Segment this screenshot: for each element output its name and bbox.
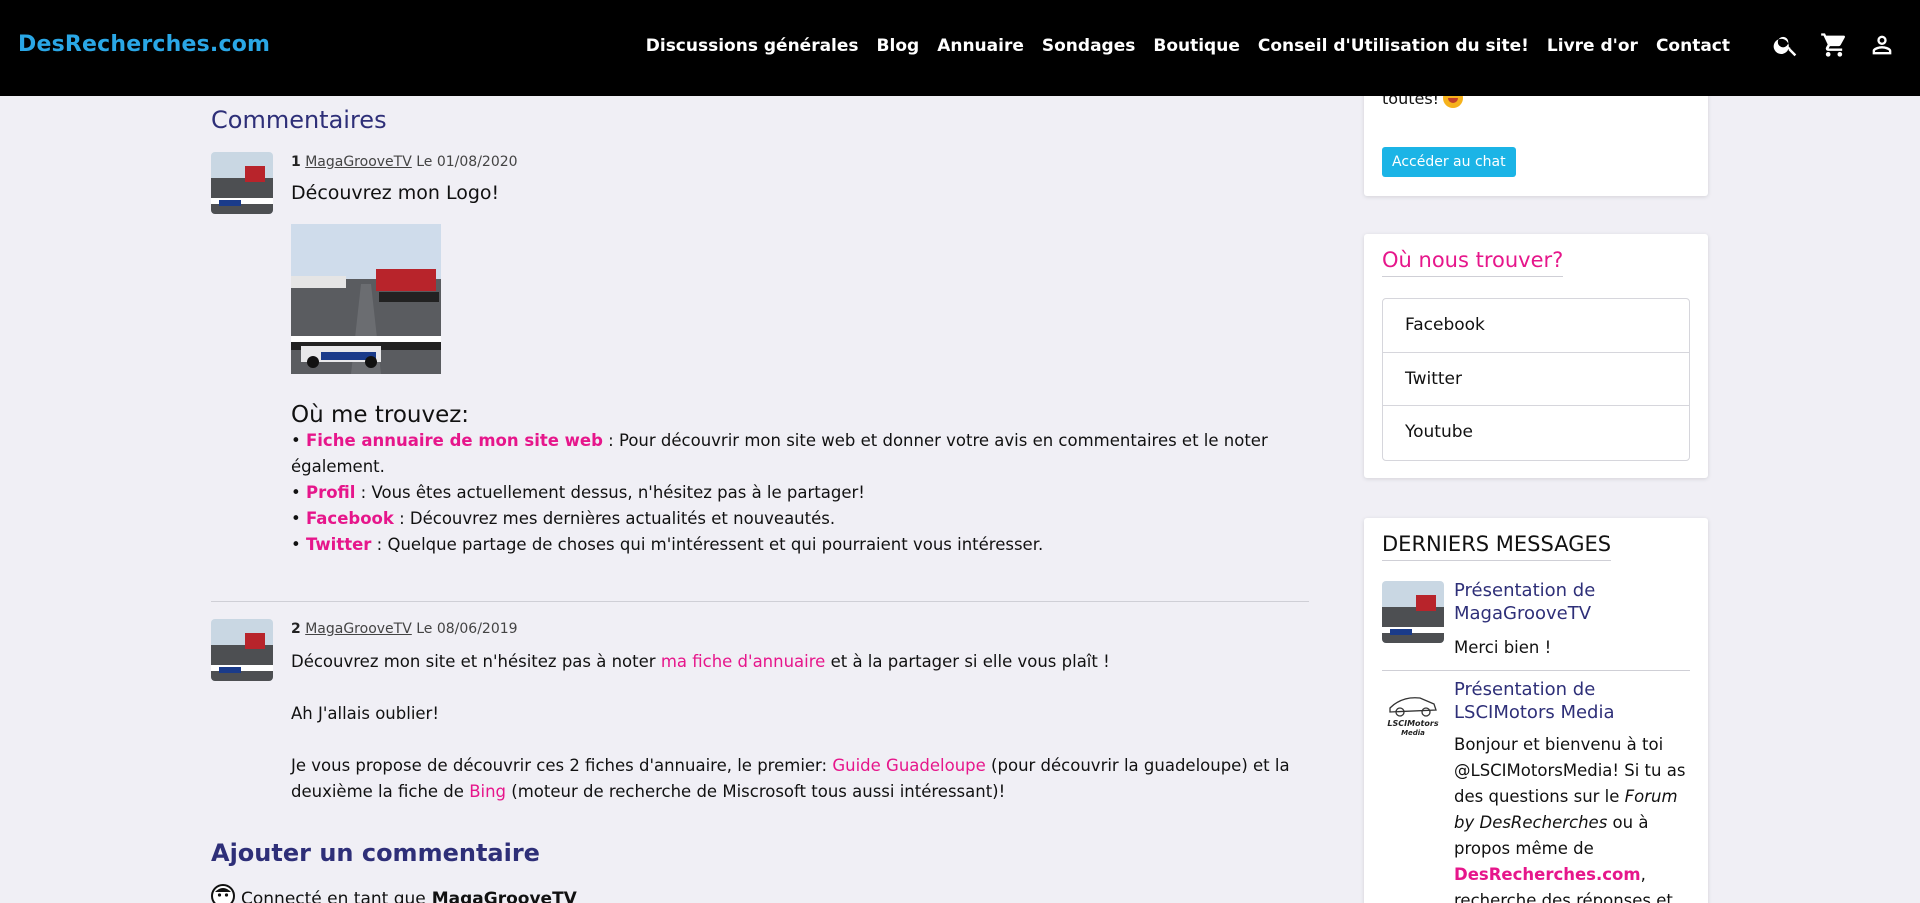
comments-heading: Commentaires: [211, 106, 387, 134]
nav-sondages[interactable]: Sondages: [1042, 36, 1135, 56]
connected-as: Connecté en tant que MagaGrooveTV: [211, 884, 577, 903]
message-thumbnail[interactable]: [1382, 581, 1444, 643]
avatar[interactable]: [211, 619, 273, 681]
chat-button[interactable]: Accéder au chat: [1382, 147, 1516, 177]
comment-date: Le 01/08/2020: [416, 154, 518, 170]
nav-annuaire[interactable]: Annuaire: [937, 36, 1024, 56]
facebook-link[interactable]: Facebook: [306, 509, 394, 528]
list-item-text: : Découvrez mes dernières actualités et …: [393, 509, 836, 528]
text-span: (moteur de recherche de Miscrosoft tous …: [506, 782, 1006, 801]
message-title-link[interactable]: Présentation de LSCIMotors Media: [1454, 678, 1690, 724]
header-icons: [1772, 30, 1896, 60]
profil-link[interactable]: Profil: [306, 483, 355, 502]
nav-conseil[interactable]: Conseil d'Utilisation du site!: [1258, 36, 1529, 56]
twitter-link[interactable]: Twitter: [306, 535, 371, 554]
message-divider: [1382, 670, 1690, 671]
add-comment-heading: Ajouter un commentaire: [211, 839, 540, 867]
nav-livre-dor[interactable]: Livre d'or: [1547, 36, 1638, 56]
list-item-text: : Vous êtes actuellement dessus, n'hésit…: [355, 483, 865, 502]
social-link-twitter[interactable]: Twitter: [1383, 353, 1689, 406]
list-item-text: : Quelque partage de choses qui m'intére…: [371, 535, 1044, 554]
message-excerpt: Merci bien !: [1454, 638, 1552, 657]
comment-title: Découvrez mon Logo!: [291, 182, 500, 204]
social-link-youtube[interactable]: Youtube: [1383, 406, 1689, 460]
list-item: • Profil : Vous êtes actuellement dessus…: [291, 480, 1301, 506]
nav-blog[interactable]: Blog: [877, 36, 920, 56]
social-link-facebook[interactable]: Facebook: [1383, 299, 1689, 353]
social-list: Facebook Twitter Youtube: [1382, 298, 1690, 461]
list-item: • Fiche annuaire de mon site web : Pour …: [291, 428, 1301, 480]
thumb-label: LSCIMotors: [1387, 719, 1438, 728]
user-icon[interactable]: [1868, 30, 1896, 60]
latest-messages-card: DERNIERS MESSAGES Présentation de MagaGr…: [1364, 518, 1708, 903]
bullet: •: [291, 483, 301, 502]
user-avatar-icon: [211, 884, 235, 903]
annuaire-link[interactable]: ma fiche d'annuaire: [661, 652, 826, 671]
comment-paragraph: Je vous propose de découvrir ces 2 fiche…: [291, 753, 1301, 805]
where-to-find-heading: Où nous trouver?: [1382, 248, 1564, 277]
text-span: Je vous propose de découvrir ces 2 fiche…: [291, 756, 833, 775]
comment-number: 2: [291, 621, 301, 637]
comment-author-link[interactable]: MagaGrooveTV: [305, 154, 412, 170]
where-to-find-card: Où nous trouver? Facebook Twitter Youtub…: [1364, 234, 1708, 478]
list-item: • Twitter : Quelque partage de choses qu…: [291, 532, 1301, 558]
bullet: •: [291, 535, 301, 554]
comment-body: 2 MagaGrooveTV Le 08/06/2019 Découvrez m…: [291, 619, 1301, 805]
guide-guadeloupe-link[interactable]: Guide Guadeloupe: [832, 756, 985, 775]
bullet: •: [291, 431, 301, 450]
message-excerpt: Bonjour et bienvenu à toi @LSCIMotorsMed…: [1454, 732, 1690, 903]
logo-image: [291, 224, 441, 374]
main-nav: Discussions générales Blog Annuaire Sond…: [646, 36, 1730, 56]
cart-icon[interactable]: [1820, 30, 1848, 60]
site-logo[interactable]: DesRecherches.com: [18, 32, 270, 57]
bullet: •: [291, 509, 301, 528]
comment-meta: 2 MagaGrooveTV Le 08/06/2019: [291, 619, 1301, 639]
connected-user[interactable]: MagaGrooveTV: [432, 889, 577, 903]
comment-number: 1: [291, 154, 301, 170]
nav-contact[interactable]: Contact: [1656, 36, 1730, 56]
top-navbar: DesRecherches.com Discussions générales …: [0, 0, 1920, 96]
comment-paragraph: Ah J'allais oublier!: [291, 704, 439, 723]
nav-boutique[interactable]: Boutique: [1153, 36, 1240, 56]
search-icon[interactable]: [1772, 30, 1800, 60]
site-link[interactable]: DesRecherches.com: [1454, 865, 1641, 884]
links-list: • Fiche annuaire de mon site web : Pour …: [291, 428, 1301, 558]
list-item: • Facebook : Découvrez mes dernières act…: [291, 506, 1301, 532]
thumb-label: Media: [1401, 729, 1425, 737]
text-span: Découvrez mon site et n'hésitez pas à no…: [291, 652, 661, 671]
message-thumbnail[interactable]: LSCIMotors Media: [1382, 680, 1444, 742]
text-span: et à la partager si elle vous plaît !: [825, 652, 1110, 671]
comment-meta: 1 MagaGrooveTV Le 01/08/2020: [291, 152, 1301, 172]
connected-prefix: Connecté en tant que: [241, 888, 426, 903]
latest-messages-heading: DERNIERS MESSAGES: [1382, 532, 1612, 561]
message-title-link[interactable]: Présentation de MagaGrooveTV: [1454, 579, 1690, 625]
comment-author-link[interactable]: MagaGrooveTV: [305, 621, 412, 637]
avatar[interactable]: [211, 152, 273, 214]
nav-discussions[interactable]: Discussions générales: [646, 36, 859, 56]
comment-body: 1 MagaGrooveTV Le 01/08/2020 Découvrez m…: [291, 152, 1301, 558]
comment-date: Le 08/06/2019: [416, 621, 518, 637]
comment-divider: [211, 601, 1309, 602]
where-heading: Où me trouvez:: [291, 402, 470, 428]
main-content: Commentaires 1 MagaGrooveTV Le 01/08/202…: [211, 96, 1309, 903]
bing-link[interactable]: Bing: [469, 782, 506, 801]
annuaire-link[interactable]: Fiche annuaire de mon site web: [306, 431, 603, 450]
comment-paragraph: Découvrez mon site et n'hésitez pas à no…: [291, 649, 1301, 675]
